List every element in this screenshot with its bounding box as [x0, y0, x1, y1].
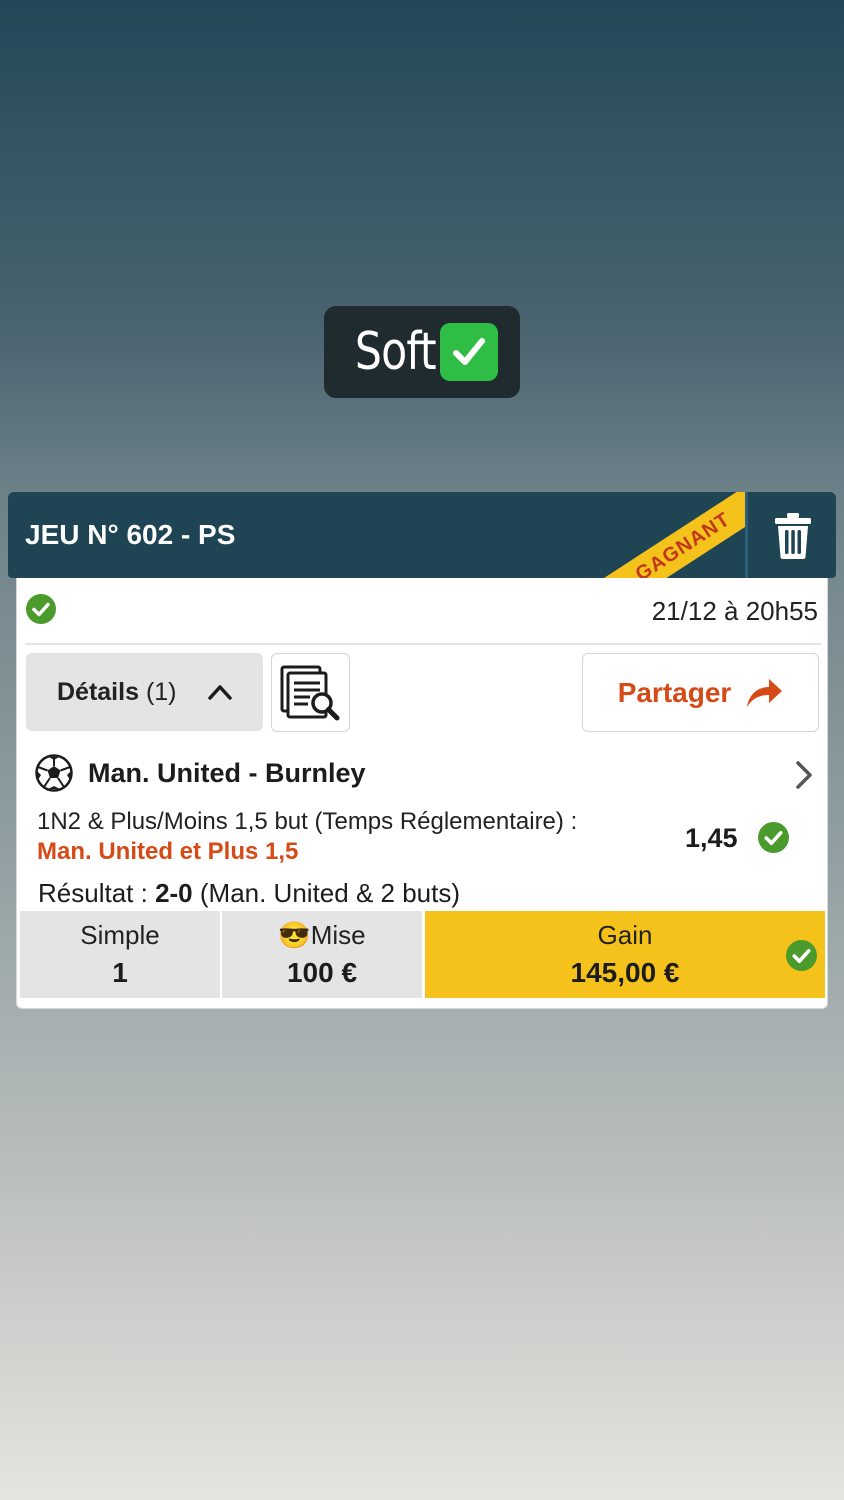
result-score: 2-0 — [155, 878, 193, 908]
bet-card: JEU N° 602 - PS GAGNANT 21/12 à 20h55 Dé — [0, 491, 844, 1009]
chevron-right-icon — [796, 761, 812, 789]
header-divider — [745, 492, 748, 578]
document-search-icon — [280, 665, 339, 720]
check-mark-emoji-icon — [440, 323, 499, 381]
details-label: Détails (1) — [57, 678, 177, 707]
divider — [25, 643, 821, 645]
bet-type-label: Simple — [80, 920, 160, 950]
success-check-icon — [786, 940, 817, 971]
match-name: Man. United - Burnley — [88, 758, 366, 788]
success-check-icon — [758, 822, 789, 853]
bet-card-body: 21/12 à 20h55 Détails (1) Partager Man. … — [16, 578, 828, 1009]
stake-label: 😎Mise — [278, 920, 366, 950]
share-button[interactable]: Partager — [582, 653, 819, 732]
status-ribbon-label: GAGNANT — [631, 507, 735, 578]
gain-label: Gain — [597, 920, 653, 950]
status-ribbon-container: GAGNANT — [8, 492, 746, 578]
soccer-ball-icon — [35, 754, 73, 792]
sticker-text: Soft — [354, 322, 437, 382]
share-arrow-icon — [747, 678, 783, 707]
bet-type-cell: Simple 1 — [20, 911, 220, 998]
trash-icon[interactable] — [774, 512, 812, 560]
share-label: Partager — [617, 676, 732, 708]
result-label: Résultat : — [38, 878, 148, 908]
document-search-button[interactable] — [271, 653, 350, 732]
chevron-up-icon — [208, 685, 232, 700]
status-ribbon: GAGNANT — [564, 492, 746, 578]
success-check-icon — [26, 594, 56, 624]
bet-date: 21/12 à 20h55 — [651, 596, 818, 626]
match-row[interactable]: Man. United - Burnley — [17, 750, 827, 798]
bet-summary-footer: Simple 1 😎Mise 100 € Gain 145,00 € — [20, 911, 825, 998]
selection-label: Man. United et Plus 1,5 — [37, 838, 299, 865]
odds-value: 1,45 — [685, 823, 738, 853]
details-toggle-button[interactable]: Détails (1) — [26, 653, 263, 731]
details-count: (1) — [145, 677, 177, 706]
bet-header: JEU N° 602 - PS GAGNANT — [8, 492, 836, 578]
bet-type-value: 1 — [112, 957, 128, 988]
market-label: 1N2 & Plus/Moins 1,5 but (Temps Réglemen… — [37, 808, 578, 835]
gain-cell: Gain 145,00 € — [425, 911, 825, 998]
stake-value: 100 € — [286, 957, 358, 988]
gain-value: 145,00 € — [570, 957, 680, 988]
stake-cell: 😎Mise 100 € — [222, 911, 422, 998]
details-label-text: Détails — [57, 677, 139, 706]
result-detail: (Man. United & 2 buts) — [199, 878, 460, 908]
soft-sticker: Soft — [324, 306, 520, 398]
result-line: Résultat : 2-0 (Man. United & 2 buts) — [38, 878, 460, 909]
